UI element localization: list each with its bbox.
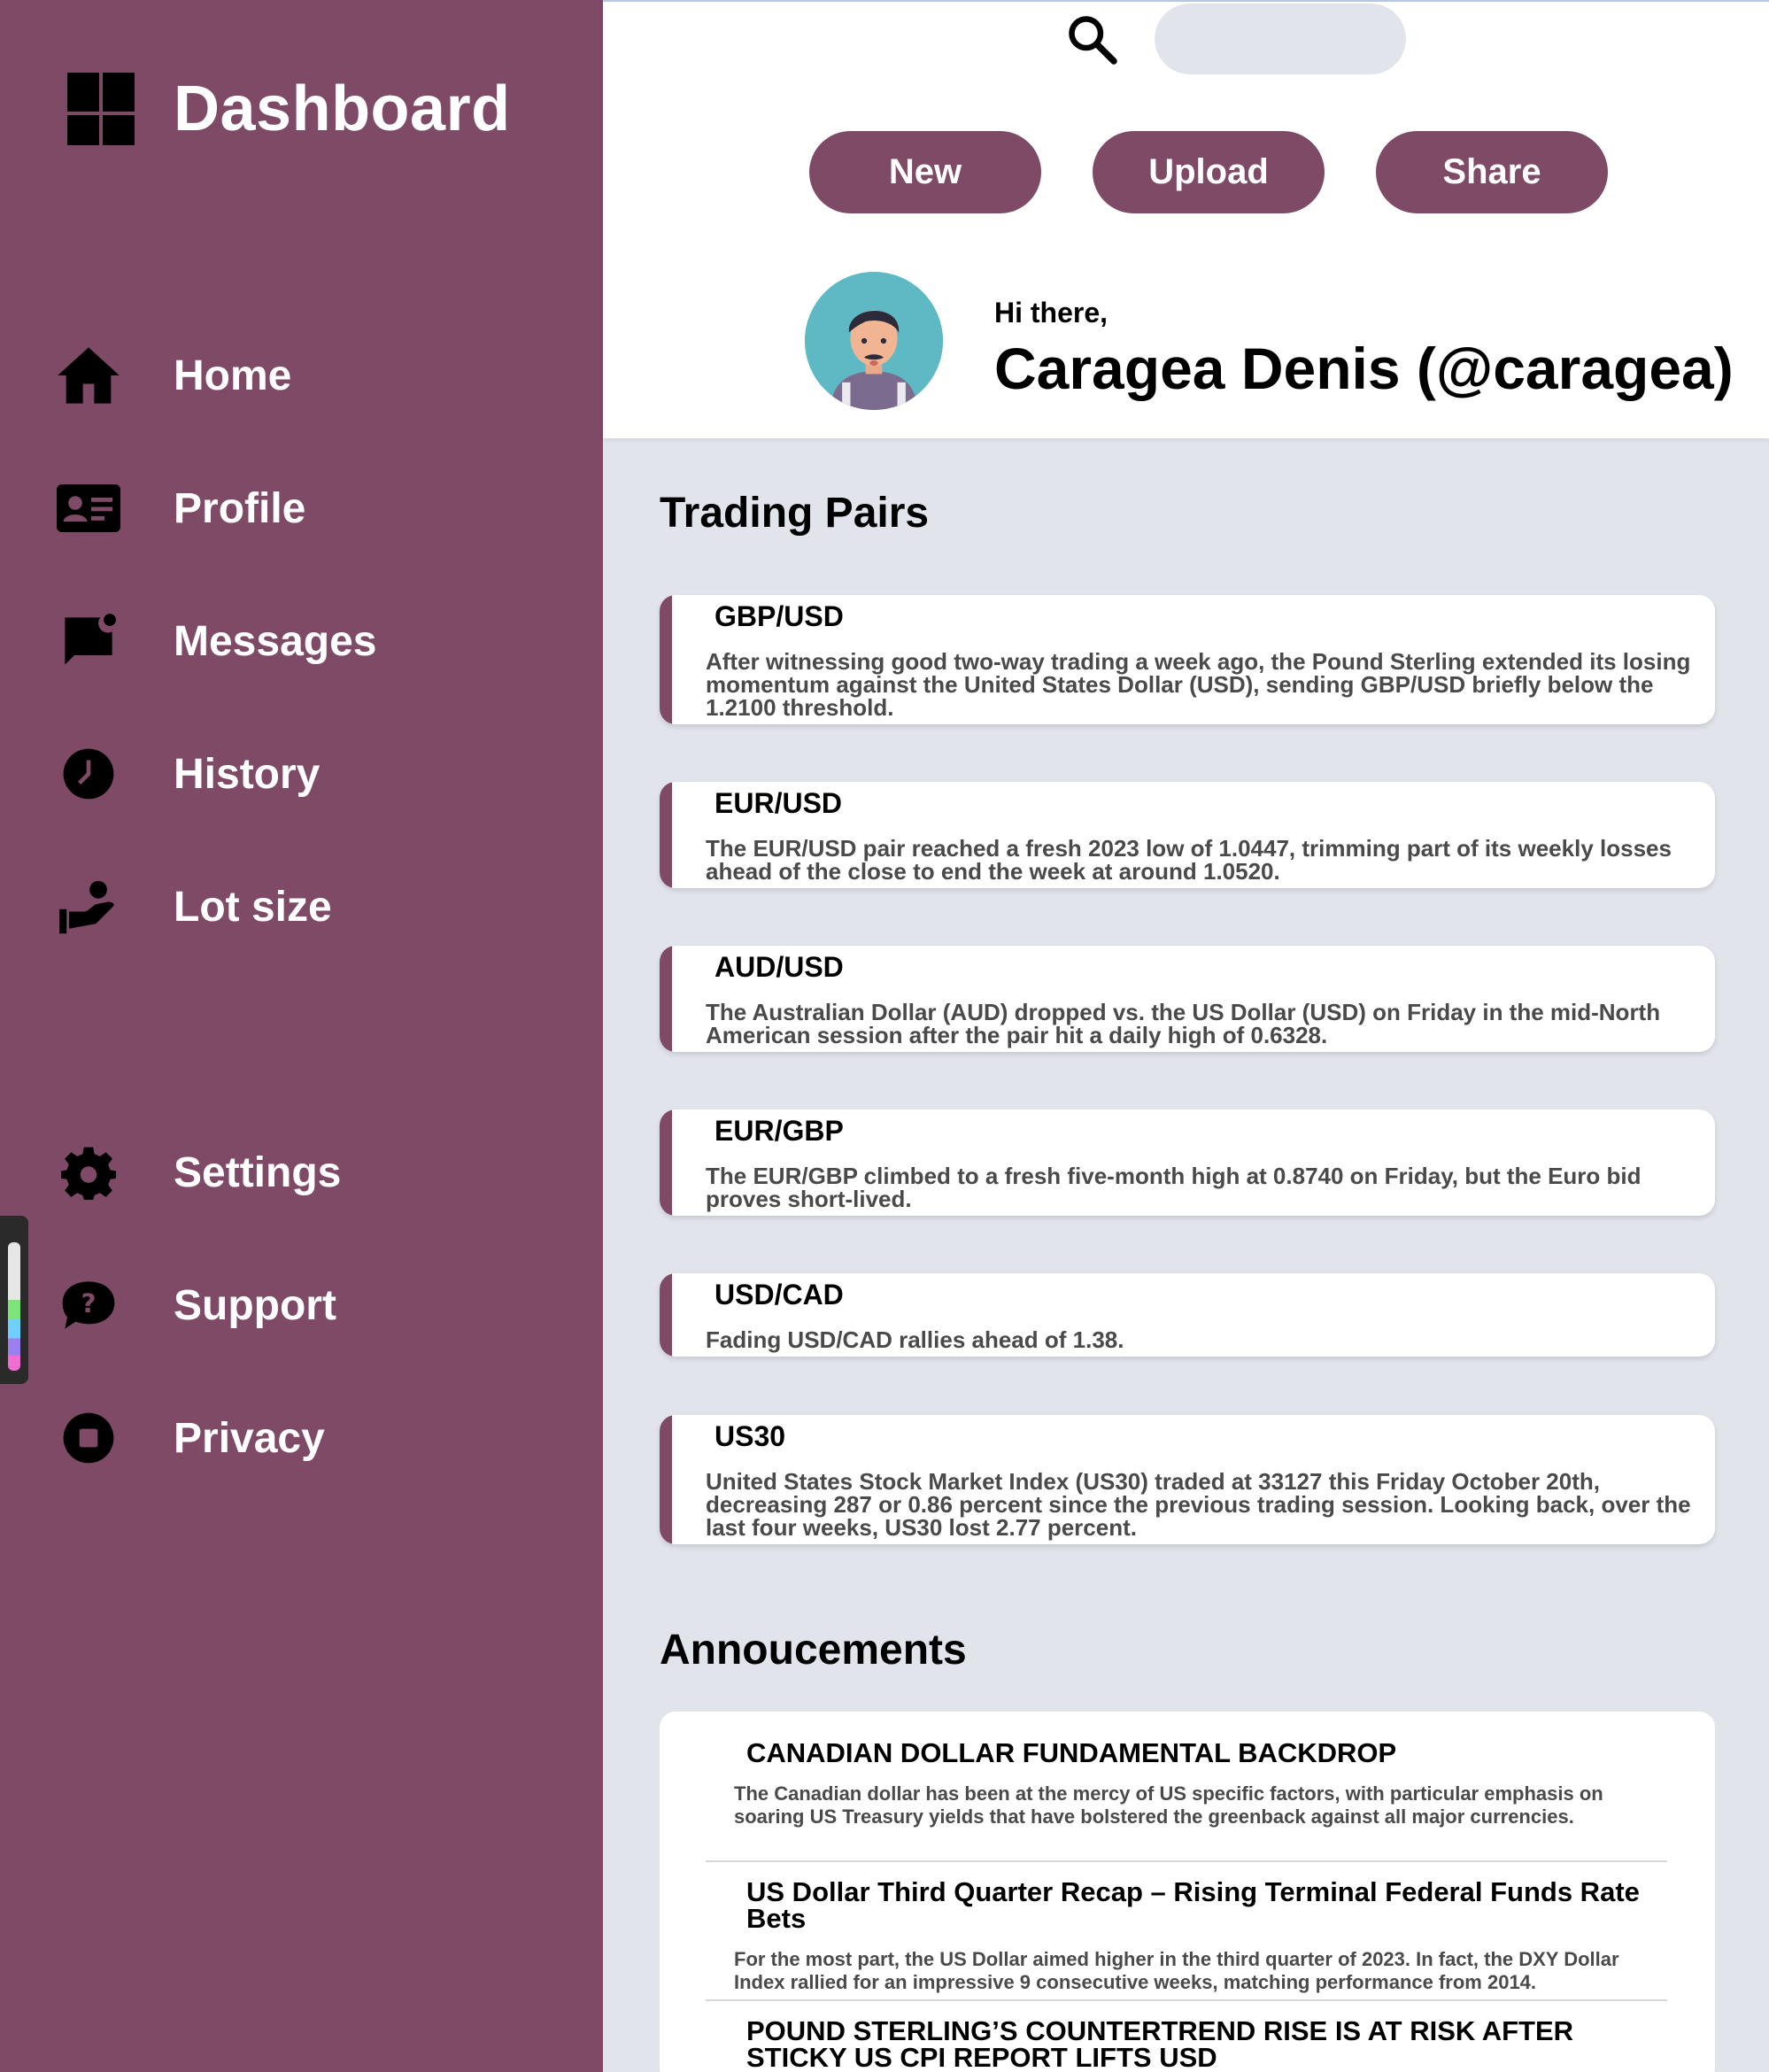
- announcement-item[interactable]: CANADIAN DOLLAR FUNDAMENTAL BACKDROP The…: [706, 1737, 1667, 1828]
- sidebar-item-label: Profile: [174, 484, 306, 532]
- trading-pair-card[interactable]: USD/CAD Fading USD/CAD rallies ahead of …: [660, 1273, 1715, 1357]
- stop-circle-icon: [53, 1403, 124, 1473]
- pair-description: The Australian Dollar (AUD) dropped vs. …: [706, 999, 1661, 1048]
- pair-description: After witnessing good two-way trading a …: [706, 648, 1691, 721]
- trading-pair-card[interactable]: US30 United States Stock Market Index (U…: [660, 1415, 1715, 1544]
- clock-icon: [53, 738, 124, 809]
- announcement-title: CANADIAN DOLLAR FUNDAMENTAL BACKDROP: [746, 1737, 1397, 1768]
- share-button[interactable]: Share: [1376, 131, 1608, 213]
- divider: [706, 1860, 1667, 1862]
- trading-pair-card[interactable]: EUR/GBP The EUR/GBP climbed to a fresh f…: [660, 1109, 1715, 1216]
- trading-pair-card[interactable]: AUD/USD The Australian Dollar (AUD) drop…: [660, 946, 1715, 1052]
- announcement-body: For the most part, the US Dollar aimed h…: [734, 1948, 1619, 1993]
- pair-description: United States Stock Market Index (US30) …: [706, 1468, 1691, 1541]
- announcement-item[interactable]: US Dollar Third Quarter Recap – Rising T…: [706, 1876, 1667, 1994]
- id-card-icon: [53, 473, 124, 544]
- svg-text:?: ?: [81, 1288, 96, 1318]
- pair-description: The EUR/GBP climbed to a fresh five-mont…: [706, 1163, 1642, 1212]
- pair-name: AUD/USD: [715, 951, 844, 983]
- pair-name: USD/CAD: [715, 1279, 844, 1310]
- card-accent: [660, 946, 672, 1052]
- color-bars-icon: [8, 1242, 20, 1371]
- search-icon[interactable]: [1065, 12, 1118, 66]
- pair-name: GBP/USD: [715, 600, 844, 632]
- sidebar-item-profile[interactable]: Profile: [53, 468, 305, 548]
- sidebar-item-messages[interactable]: Messages: [53, 601, 376, 681]
- announcements-title: Annoucements: [660, 1627, 967, 1674]
- sidebar-item-label: Home: [174, 352, 292, 399]
- new-button[interactable]: New: [809, 131, 1041, 213]
- sidebar-item-label: Privacy: [174, 1414, 325, 1462]
- help-bubble-icon: ?: [53, 1270, 124, 1341]
- sidebar-item-support[interactable]: ? Support: [53, 1265, 336, 1345]
- sidebar-item-settings[interactable]: Settings: [53, 1133, 341, 1212]
- card-accent: [660, 1415, 672, 1544]
- message-icon: [53, 606, 124, 676]
- upload-button[interactable]: Upload: [1093, 131, 1325, 213]
- sidebar-item-home[interactable]: Home: [53, 336, 291, 415]
- announcement-item[interactable]: POUND STERLING’S COUNTERTREND RISE IS AT…: [706, 2015, 1667, 2072]
- floating-tool-handle[interactable]: [0, 1216, 28, 1384]
- user-name: Caragea Denis (@caragea): [994, 336, 1734, 401]
- search-input[interactable]: [1155, 4, 1406, 74]
- home-icon: [53, 340, 124, 411]
- divider: [706, 1999, 1667, 2001]
- announcements-panel: CANADIAN DOLLAR FUNDAMENTAL BACKDROP The…: [660, 1712, 1715, 2072]
- trading-pair-card[interactable]: EUR/USD The EUR/USD pair reached a fresh…: [660, 782, 1715, 888]
- sidebar: Dashboard Home Profile Messages History: [0, 0, 603, 2072]
- trading-pairs-title: Trading Pairs: [660, 490, 930, 537]
- sidebar-item-label: Support: [174, 1281, 336, 1329]
- brand[interactable]: Dashboard: [67, 73, 511, 145]
- pair-description: The EUR/USD pair reached a fresh 2023 lo…: [706, 835, 1672, 885]
- avatar[interactable]: [805, 272, 943, 410]
- sidebar-item-label: Messages: [174, 617, 377, 665]
- gear-icon: [53, 1137, 124, 1208]
- announcement-body: The Canadian dollar has been at the merc…: [734, 1782, 1603, 1828]
- sidebar-item-history[interactable]: History: [53, 734, 320, 814]
- pair-name: EUR/GBP: [715, 1115, 844, 1147]
- sidebar-item-lot-size[interactable]: Lot size: [53, 867, 332, 947]
- pair-name: US30: [715, 1420, 786, 1452]
- trading-pair-card[interactable]: GBP/USD After witnessing good two-way tr…: [660, 595, 1715, 724]
- card-accent: [660, 782, 672, 888]
- sidebar-item-label: Settings: [174, 1148, 342, 1196]
- sidebar-item-privacy[interactable]: Privacy: [53, 1398, 325, 1478]
- hand-person-icon: [53, 871, 124, 942]
- pair-name: EUR/USD: [715, 787, 843, 819]
- announcement-title: POUND STERLING’S COUNTERTREND RISE IS AT…: [746, 2015, 1574, 2072]
- card-accent: [660, 595, 672, 724]
- brand-title: Dashboard: [174, 73, 511, 144]
- top-header: New Upload Share Hi there, Caragea Denis…: [603, 0, 1769, 438]
- announcement-title: US Dollar Third Quarter Recap – Rising T…: [746, 1876, 1640, 1934]
- sidebar-item-label: Lot size: [174, 883, 332, 931]
- pair-description: Fading USD/CAD rallies ahead of 1.38.: [706, 1326, 1124, 1353]
- greeting-text: Hi there,: [994, 297, 1109, 329]
- dashboard-icon: [67, 73, 135, 145]
- card-accent: [660, 1109, 672, 1216]
- sidebar-item-label: History: [174, 750, 321, 798]
- card-accent: [660, 1273, 672, 1357]
